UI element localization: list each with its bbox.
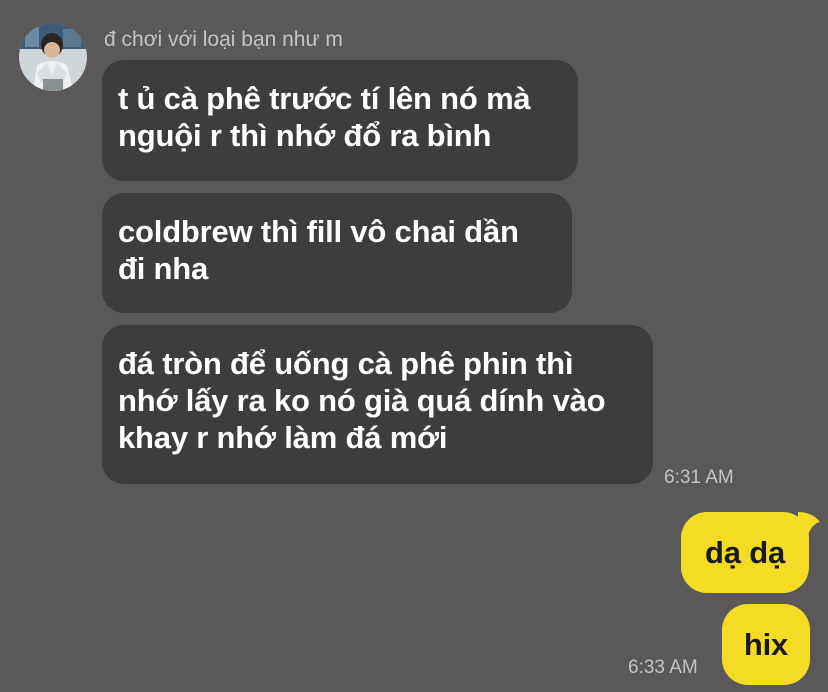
message-text: dạ dạ: [705, 535, 785, 570]
message-timestamp: 6:31 AM: [664, 467, 734, 488]
message-text-line: khay r nhớ làm đá mới: [118, 420, 448, 455]
sender-name: đ chơi với loại bạn như m: [104, 28, 343, 51]
incoming-message-bubble[interactable]: đá tròn để uống cà phê phin thì nhớ lấy …: [102, 325, 653, 484]
message-text-line: đi nha: [118, 251, 209, 286]
message-text-line: nguội r thì nhớ đổ ra bình: [118, 118, 492, 153]
message-text-line: nhớ lấy ra ko nó già quá dính vào: [118, 383, 606, 418]
sender-avatar[interactable]: [19, 23, 87, 91]
avatar-image: [19, 23, 87, 91]
outgoing-message-bubble[interactable]: hix: [722, 604, 810, 685]
bubble-tail-icon: [798, 512, 820, 542]
incoming-message-bubble[interactable]: coldbrew thì fill vô chai dần đi nha: [102, 193, 572, 313]
message-text-line: t ủ cà phê trước tí lên nó mà: [118, 81, 531, 116]
message-text-line: đá tròn để uống cà phê phin thì: [118, 346, 574, 381]
message-timestamp: 6:33 AM: [628, 657, 698, 678]
outgoing-message-bubble[interactable]: dạ dạ: [681, 512, 809, 593]
incoming-message-bubble[interactable]: t ủ cà phê trước tí lên nó mà nguội r th…: [102, 60, 578, 181]
message-text-line: coldbrew thì fill vô chai dần: [118, 214, 519, 249]
message-text: hix: [743, 627, 789, 662]
